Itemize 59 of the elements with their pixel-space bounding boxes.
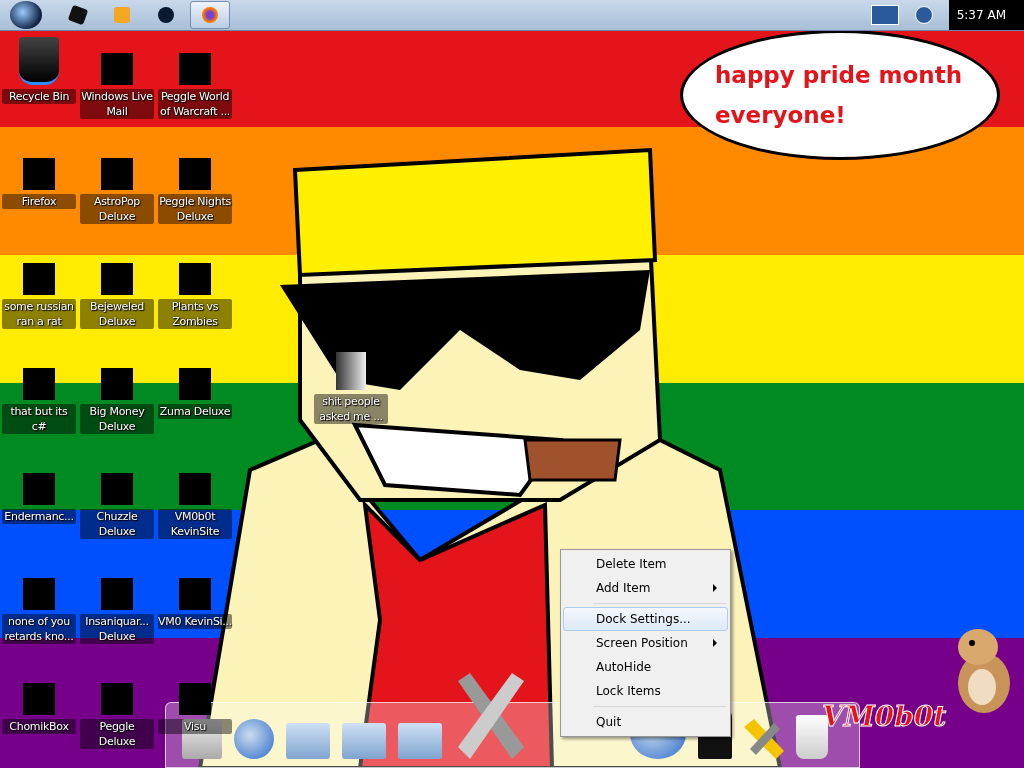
icon-label[interactable]: Zuma Deluxe <box>158 404 232 419</box>
blacked-out-icon[interactable] <box>179 263 211 295</box>
blacked-out-icon[interactable] <box>179 368 211 400</box>
network-icon[interactable] <box>870 5 899 25</box>
blacked-out-icon[interactable] <box>101 368 133 400</box>
blacked-out-icon[interactable] <box>179 473 211 505</box>
blacked-out-icon[interactable] <box>101 683 133 715</box>
icon-label[interactable]: Peggle Nights Deluxe <box>158 194 232 224</box>
trash-can-icon[interactable] <box>19 37 59 85</box>
blacked-out-icon[interactable] <box>23 158 55 190</box>
icon-label[interactable]: Windows Live Mail <box>80 89 154 119</box>
icon-label[interactable]: Insaniquar... Deluxe <box>80 614 154 644</box>
blacked-out-icon[interactable] <box>179 578 211 610</box>
folder-icon[interactable] <box>336 352 366 390</box>
blacked-out-icon[interactable] <box>23 473 55 505</box>
menu-item[interactable]: Add Item <box>563 576 728 600</box>
blacked-out-icon[interactable] <box>179 53 211 85</box>
icon-label[interactable]: Peggle Deluxe <box>80 719 154 749</box>
blacked-out-icon[interactable] <box>101 578 133 610</box>
icon-label[interactable]: Firefox <box>2 194 76 209</box>
icon-label[interactable]: VM0b0t KevinSite <box>158 509 232 539</box>
menu-item[interactable]: Quit <box>563 710 728 734</box>
icon-label[interactable]: Big Money Deluxe <box>80 404 154 434</box>
start-button[interactable] <box>10 1 42 29</box>
icon-label[interactable]: VM0 KevinSi... <box>158 614 232 629</box>
icon-label[interactable]: Recycle Bin <box>2 89 76 104</box>
blacked-out-icon[interactable] <box>101 473 133 505</box>
blacked-out-icon[interactable] <box>23 578 55 610</box>
browser-icon <box>202 7 218 23</box>
blacked-out-icon[interactable] <box>101 53 133 85</box>
icon-label[interactable]: none of you retards kno... <box>2 614 76 644</box>
menu-item[interactable]: AutoHide <box>563 655 728 679</box>
blacked-out-icon[interactable] <box>101 263 133 295</box>
taskbar-button[interactable] <box>190 1 230 29</box>
icon-label[interactable]: AstroPop Deluxe <box>80 194 154 224</box>
sphere-icon <box>158 7 174 23</box>
clock[interactable]: 5:37 AM <box>948 0 1024 30</box>
icon-label[interactable]: Bejeweled Deluxe <box>80 299 154 329</box>
icon-label[interactable]: ChomikBox <box>2 719 76 734</box>
play-icon <box>114 7 130 23</box>
blacked-out-icon[interactable] <box>101 158 133 190</box>
icon-label[interactable]: some russian ran a rat <box>2 299 76 329</box>
blacked-out-icon[interactable] <box>179 683 211 715</box>
icon-label[interactable]: that but its c# <box>2 404 76 434</box>
icon-label[interactable]: Chuzzle Deluxe <box>80 509 154 539</box>
blacked-out-icon[interactable] <box>23 263 55 295</box>
icon-label[interactable]: Plants vs Zombies <box>158 299 232 329</box>
menu-item[interactable]: Screen Position <box>563 631 728 655</box>
blacked-out-icon[interactable] <box>179 158 211 190</box>
icon-label[interactable]: Endermanc... <box>2 509 76 524</box>
speech-bubble-text: happy pride month everyone! <box>715 61 964 130</box>
blacked-out-icon[interactable] <box>23 368 55 400</box>
blacked-out-icon[interactable] <box>23 683 55 715</box>
icon-label[interactable]: Peggle World of Warcraft ... <box>158 89 232 119</box>
menu-item[interactable]: Lock Items <box>563 679 728 703</box>
icon-label[interactable]: shit people asked me ... <box>314 394 388 424</box>
volume-icon[interactable] <box>914 6 933 24</box>
menu-item[interactable]: Delete Item <box>563 552 728 576</box>
menu-item[interactable]: Dock Settings... <box>563 607 728 631</box>
